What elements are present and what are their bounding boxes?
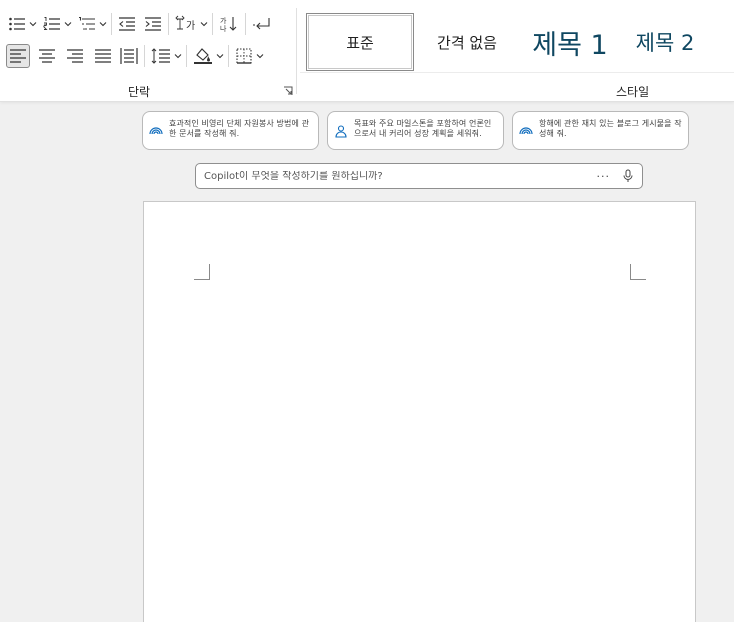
style-heading-1[interactable]: 제목 1 [520,13,620,71]
suggestion-card-volunteer[interactable]: 효과적인 비영리 단체 자원봉사 방법에 관한 문서를 작성해 줘. [142,111,319,150]
divider [168,13,169,35]
sparkle-wave-icon [519,127,533,135]
line-spacing-button[interactable] [149,44,173,68]
style-normal[interactable]: 표준 [306,13,414,71]
microphone-icon[interactable] [622,169,634,183]
divider [144,45,145,67]
suggestion-card-sailing[interactable]: 항해에 관한 재치 있는 블로그 게시물을 작성해 줘. [512,111,689,150]
suggestion-text: 항해에 관한 재치 있는 블로그 게시물을 작성해 줘. [539,119,682,138]
show-formatting-marks-icon [253,18,270,30]
chevron-down-icon [216,54,224,59]
divider [245,13,246,35]
styles-group-label: 스타일 [616,85,650,99]
copilot-prompt-box: ··· [195,163,643,189]
style-heading-2[interactable]: 제목 2 [620,13,710,71]
shading-button[interactable] [191,44,215,68]
borders-button[interactable] [233,44,255,68]
dialog-launcher-icon[interactable] [283,86,293,96]
sparkle-wave-icon [149,127,163,135]
line-spacing-icon [151,48,170,64]
paragraph-row-1: 가 가나 [6,12,274,36]
chevron-down-icon [174,54,182,59]
styles-group: 표준 간격 없음 제목 1 제목 2 스타일 [300,0,734,102]
divider [111,13,112,35]
shading-dropdown[interactable] [216,44,224,68]
chevron-down-icon [99,22,107,27]
numbering-dropdown[interactable] [64,12,72,36]
distributed-icon [120,48,138,64]
margin-corner-top-left [194,264,210,280]
multilevel-list-icon [79,16,95,30]
justify-icon [95,49,111,63]
person-icon [335,125,347,138]
multilevel-list-button[interactable] [76,12,98,36]
chevron-down-icon [29,22,37,27]
suggestion-text: 효과적인 비영리 단체 자원봉사 방법에 관한 문서를 작성해 줘. [169,119,310,138]
align-right-button[interactable] [64,44,86,68]
sort-button[interactable]: 가나 [217,12,241,36]
asian-layout-icon: 가 [175,15,195,32]
svg-text:가: 가 [186,20,195,32]
more-options-button[interactable]: ··· [597,170,611,183]
justify-button[interactable] [92,44,114,68]
bullets-icon [9,17,25,31]
group-divider [296,8,297,94]
styles-divider [300,72,734,73]
numbering-button[interactable] [41,12,63,36]
divider [212,13,213,35]
svg-text:나: 나 [220,24,227,33]
line-spacing-dropdown[interactable] [174,44,182,68]
suggestion-text: 목표와 주요 마일스톤을 포함하여 언론인으로서 내 커리어 성장 계획을 세워… [354,119,492,138]
paragraph-group-label: 단락 [128,85,151,99]
align-left-button[interactable] [6,44,30,68]
borders-icon [236,48,252,64]
shading-icon [194,48,212,64]
decrease-indent-button[interactable] [116,12,138,36]
increase-indent-icon [145,17,161,31]
multilevel-dropdown[interactable] [99,12,107,36]
divider [228,45,229,67]
paragraph-group: 가 가나 단락 [0,0,296,102]
show-formatting-button[interactable] [250,12,274,36]
distributed-button[interactable] [118,44,140,68]
numbering-icon [43,17,60,30]
suggestion-card-career[interactable]: 목표와 주요 마일스톤을 포함하여 언론인으로서 내 커리어 성장 계획을 세워… [327,111,504,150]
svg-text:가: 가 [220,16,227,25]
chevron-down-icon [256,54,264,59]
document-page[interactable] [143,201,696,622]
paragraph-row-2 [6,44,264,68]
decrease-indent-icon [119,17,135,31]
style-no-spacing[interactable]: 간격 없음 [414,13,520,71]
style-gallery: 표준 간격 없음 제목 1 제목 2 [306,13,710,71]
align-center-button[interactable] [36,44,58,68]
align-right-icon [67,49,83,63]
asian-layout-dropdown[interactable] [200,12,208,36]
sort-icon: 가나 [220,16,237,33]
chevron-down-icon [64,22,72,27]
align-center-icon [39,49,55,63]
bullets-dropdown[interactable] [29,12,37,36]
increase-indent-button[interactable] [142,12,164,36]
chevron-down-icon [200,22,208,27]
borders-dropdown[interactable] [256,44,264,68]
bullets-button[interactable] [6,12,28,36]
align-left-icon [10,49,26,63]
ribbon: 가 가나 단락 표준 간격 없음 제목 1 제목 2 스타일 [0,0,734,102]
asian-layout-button[interactable]: 가 [173,12,199,36]
copilot-prompt-input[interactable] [204,170,597,182]
margin-corner-top-right [630,264,646,280]
divider [186,45,187,67]
